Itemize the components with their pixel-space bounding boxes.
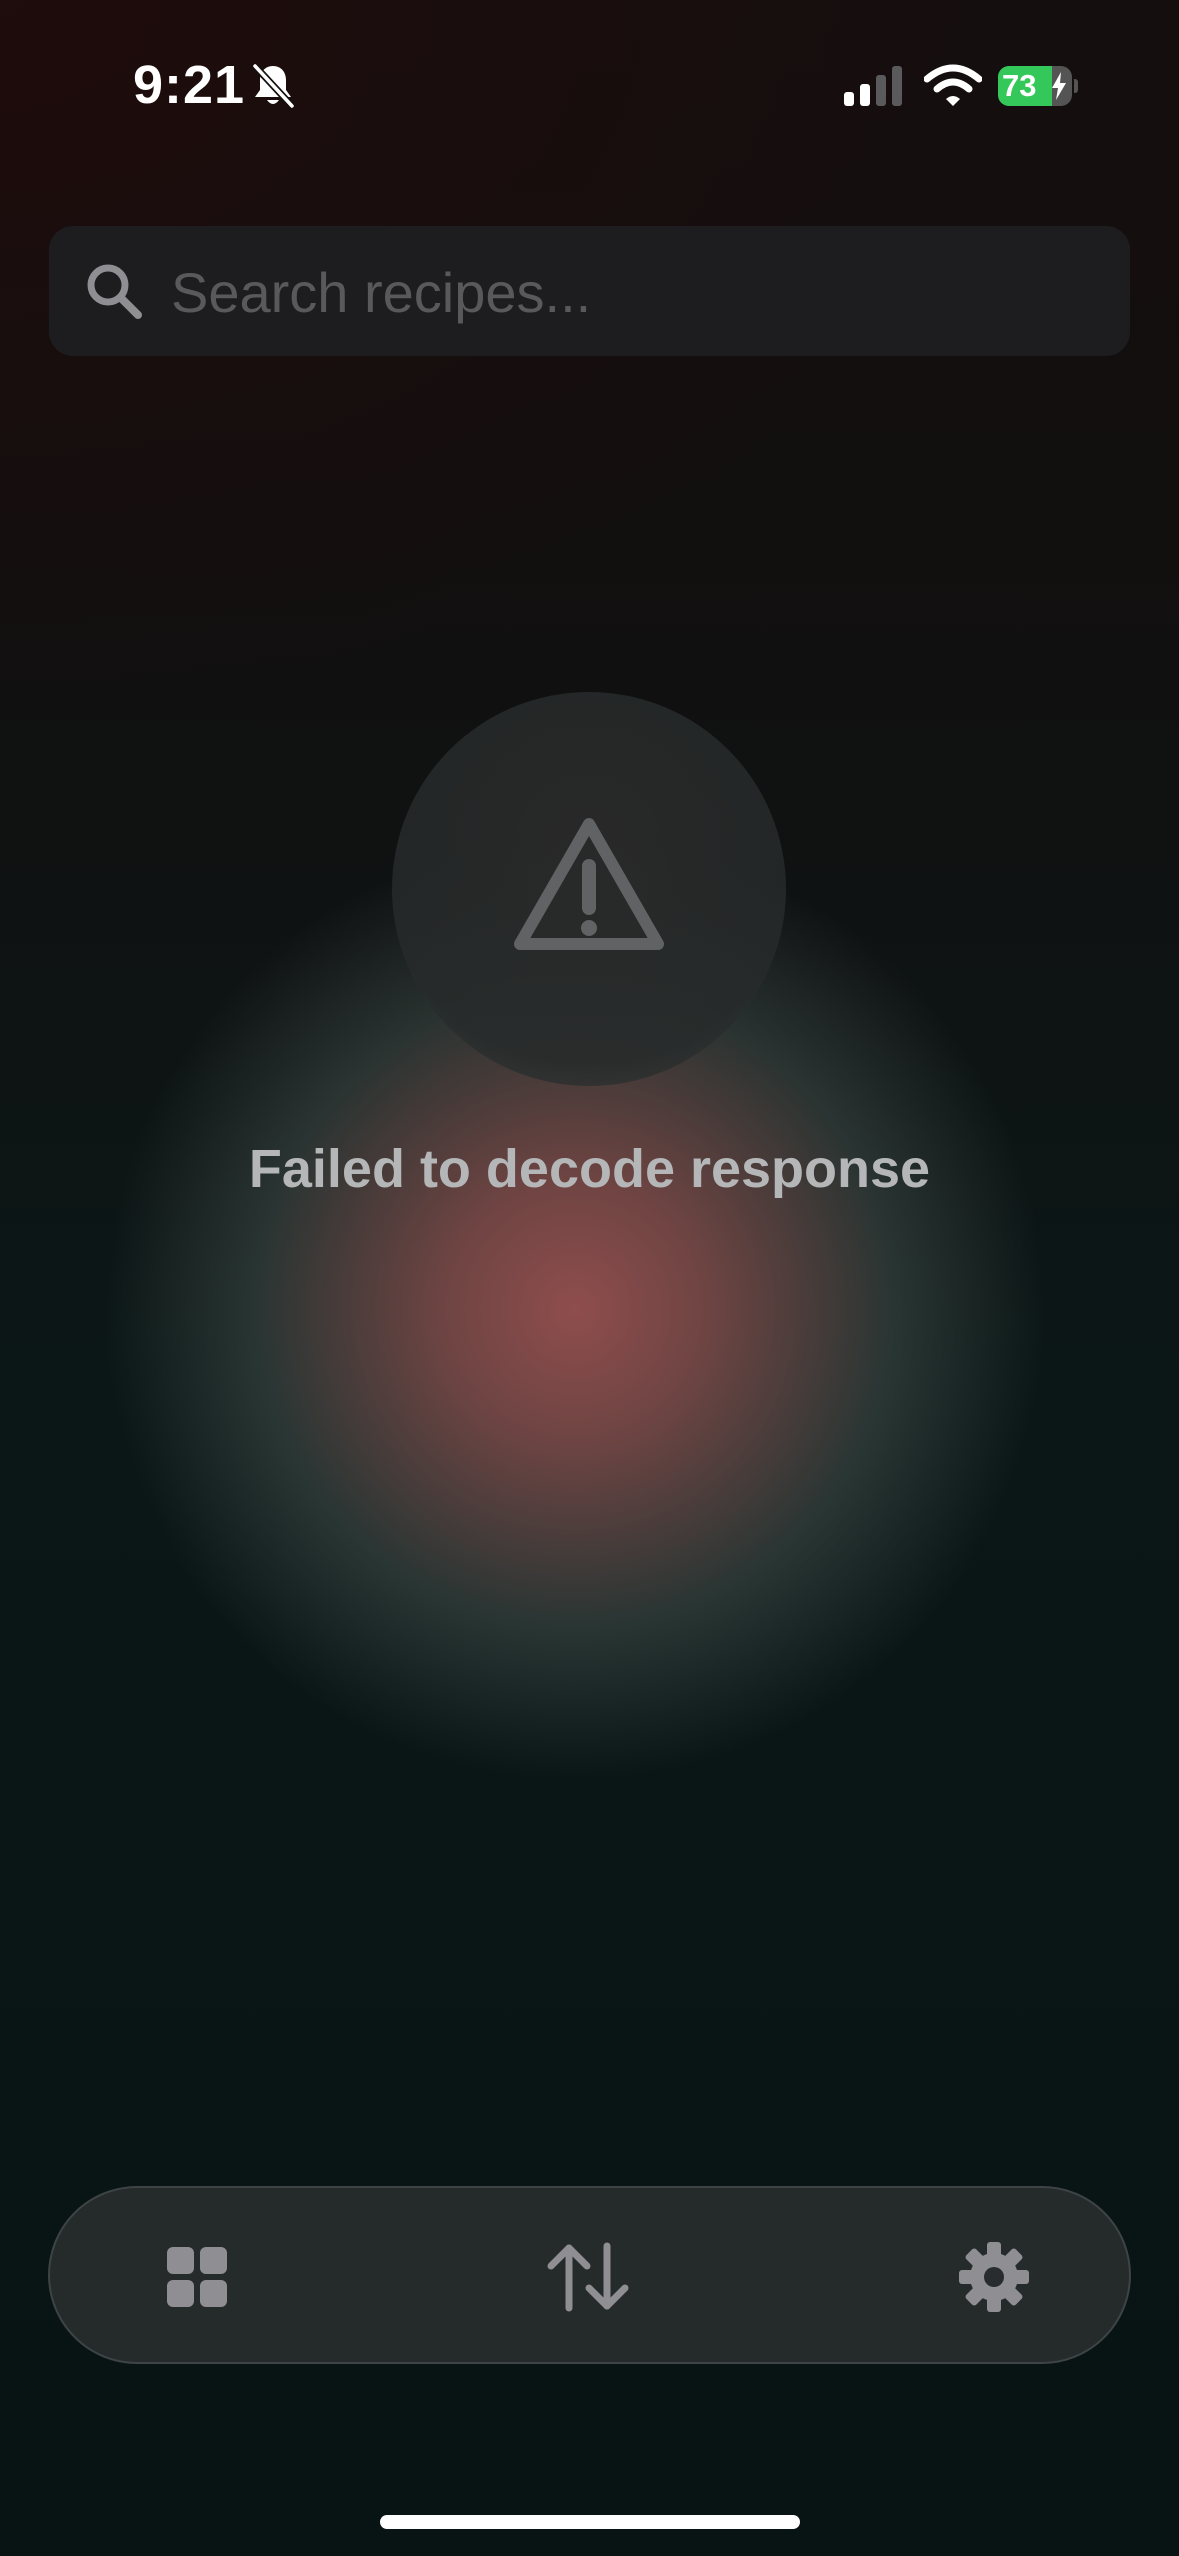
- warning-triangle-icon: [514, 818, 664, 950]
- sort-arrows-icon: [547, 2242, 629, 2312]
- bottom-tab-bar: [48, 2186, 1131, 2364]
- error-message: Failed to decode response: [248, 1139, 931, 1199]
- magnifying-glass-icon: [87, 264, 142, 319]
- wifi-icon: [924, 64, 982, 106]
- status-bar: 9:21 73: [0, 0, 1179, 170]
- tab-settings[interactable]: [939, 2222, 1049, 2332]
- home-indicator[interactable]: [380, 2515, 800, 2529]
- tab-grid[interactable]: [142, 2222, 252, 2332]
- charging-bolt-icon: [1052, 72, 1066, 100]
- cellular-signal-icon: [844, 66, 902, 106]
- status-time: 9:21: [133, 55, 246, 115]
- bell-slash-icon: [252, 63, 295, 109]
- search-input[interactable]: [169, 246, 1093, 338]
- search-bar[interactable]: [49, 226, 1130, 356]
- gear-icon: [959, 2242, 1029, 2312]
- battery-percentage: 73: [1002, 68, 1037, 103]
- background-glow: [0, 0, 1179, 2556]
- grid-icon: [167, 2247, 227, 2307]
- tab-sort[interactable]: [533, 2222, 643, 2332]
- battery-charging-icon: 73: [998, 66, 1078, 106]
